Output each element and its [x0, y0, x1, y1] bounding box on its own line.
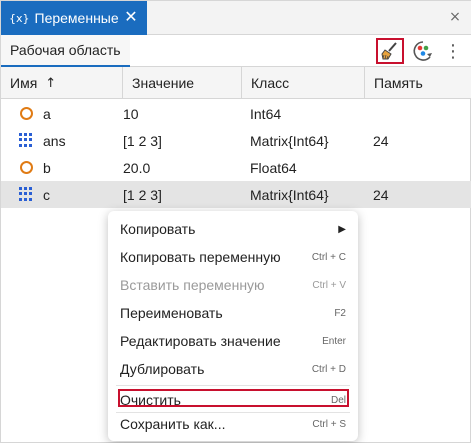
menu-item-label: Переименовать [120, 305, 223, 321]
clear-workspace-button[interactable] [376, 38, 404, 64]
broom-icon [381, 42, 397, 60]
menu-item-label: Копировать [120, 221, 196, 237]
menu-item-shortcut: Ctrl + V [312, 279, 346, 291]
variable-class: Float64 [250, 159, 297, 176]
variable-class: Matrix{Int64} [250, 132, 329, 149]
menu-item-label: Редактировать значение [120, 333, 281, 349]
tab-workspace[interactable]: Рабочая область [1, 35, 130, 67]
palette-button[interactable] [411, 39, 435, 63]
tab-title: Переменные [34, 10, 119, 26]
menu-item-label: Копировать переменную [120, 249, 281, 265]
column-header-memory[interactable]: Память [365, 67, 471, 99]
menu-item-copy-variable[interactable]: Копировать переменную Ctrl + C [108, 243, 358, 271]
context-menu: Копировать ▶ Копировать переменную Ctrl … [108, 211, 358, 441]
menu-item-shortcut: Ctrl + D [311, 363, 346, 375]
table-row-selected[interactable]: c [1 2 3] Matrix{Int64} 24 [1, 181, 471, 208]
variable-value: 10 [123, 105, 139, 122]
menu-item-label: Вставить переменную [120, 277, 265, 293]
column-header-value[interactable]: Значение [123, 67, 242, 99]
menu-item-rename[interactable]: Переименовать F2 [108, 299, 358, 327]
scalar-icon [20, 107, 33, 120]
matrix-icon [19, 133, 33, 147]
variable-value: 20.0 [123, 159, 151, 176]
menu-item-shortcut: Enter [322, 335, 346, 347]
tab-close-icon[interactable]: ✕ [123, 9, 139, 25]
menu-item-shortcut: F2 [334, 307, 346, 319]
menu-item-copy[interactable]: Копировать ▶ [108, 215, 358, 243]
variable-name: c [43, 186, 50, 203]
variable-value: [1 2 3] [123, 132, 162, 149]
column-header-class[interactable]: Класс [242, 67, 365, 99]
variable-name: a [43, 105, 51, 122]
tab-bar: {x} Переменные ✕ × [1, 1, 471, 35]
menu-item-label: Очистить [120, 392, 181, 408]
menu-item-shortcut: Ctrl + C [311, 251, 346, 263]
menu-item-edit-value[interactable]: Редактировать значение Enter [108, 327, 358, 355]
variables-table: a 10 Int64 ans [1 2 3] Matrix{Int64} 24 … [1, 100, 471, 208]
more-options-icon[interactable]: ⋮ [443, 39, 463, 63]
submenu-arrow-icon: ▶ [338, 223, 346, 235]
variable-memory: 24 [373, 132, 389, 149]
table-row[interactable]: a 10 Int64 [1, 100, 471, 127]
menu-item-label: Дублировать [120, 361, 205, 377]
palette-icon [413, 41, 432, 61]
variable-name: ans [43, 132, 66, 149]
workspace-toolbar: Рабочая область ⋮ [1, 35, 471, 67]
table-row[interactable]: b 20.0 Float64 [1, 154, 471, 181]
variable-class: Matrix{Int64} [250, 186, 329, 203]
column-header-name[interactable]: Имя ↑ [1, 67, 123, 99]
sort-ascending-icon: ↑ [45, 75, 57, 91]
menu-item-save-as[interactable]: Сохранить как... Ctrl + S [108, 410, 358, 438]
menu-item-duplicate[interactable]: Дублировать Ctrl + D [108, 355, 358, 383]
variable-name: b [43, 159, 51, 176]
menu-item-shortcut: Del [330, 394, 346, 406]
menu-item-shortcut: Ctrl + S [312, 418, 346, 430]
variables-window: {x} Переменные ✕ × Рабочая область ⋮ Имя… [0, 0, 471, 443]
table-row[interactable]: ans [1 2 3] Matrix{Int64} 24 [1, 127, 471, 154]
matrix-icon [19, 187, 33, 201]
variable-class: Int64 [250, 105, 282, 122]
variables-icon: {x} [9, 11, 30, 25]
table-header: Имя ↑ Значение Класс Память [1, 67, 471, 99]
scalar-icon [20, 161, 33, 174]
window-close-icon[interactable]: × [447, 9, 463, 25]
column-name-label: Имя [10, 75, 38, 91]
menu-item-paste-variable: Вставить переменную Ctrl + V [108, 271, 358, 299]
variable-memory: 24 [373, 186, 389, 203]
variable-value: [1 2 3] [123, 186, 162, 203]
menu-item-label: Сохранить как... [120, 416, 226, 432]
